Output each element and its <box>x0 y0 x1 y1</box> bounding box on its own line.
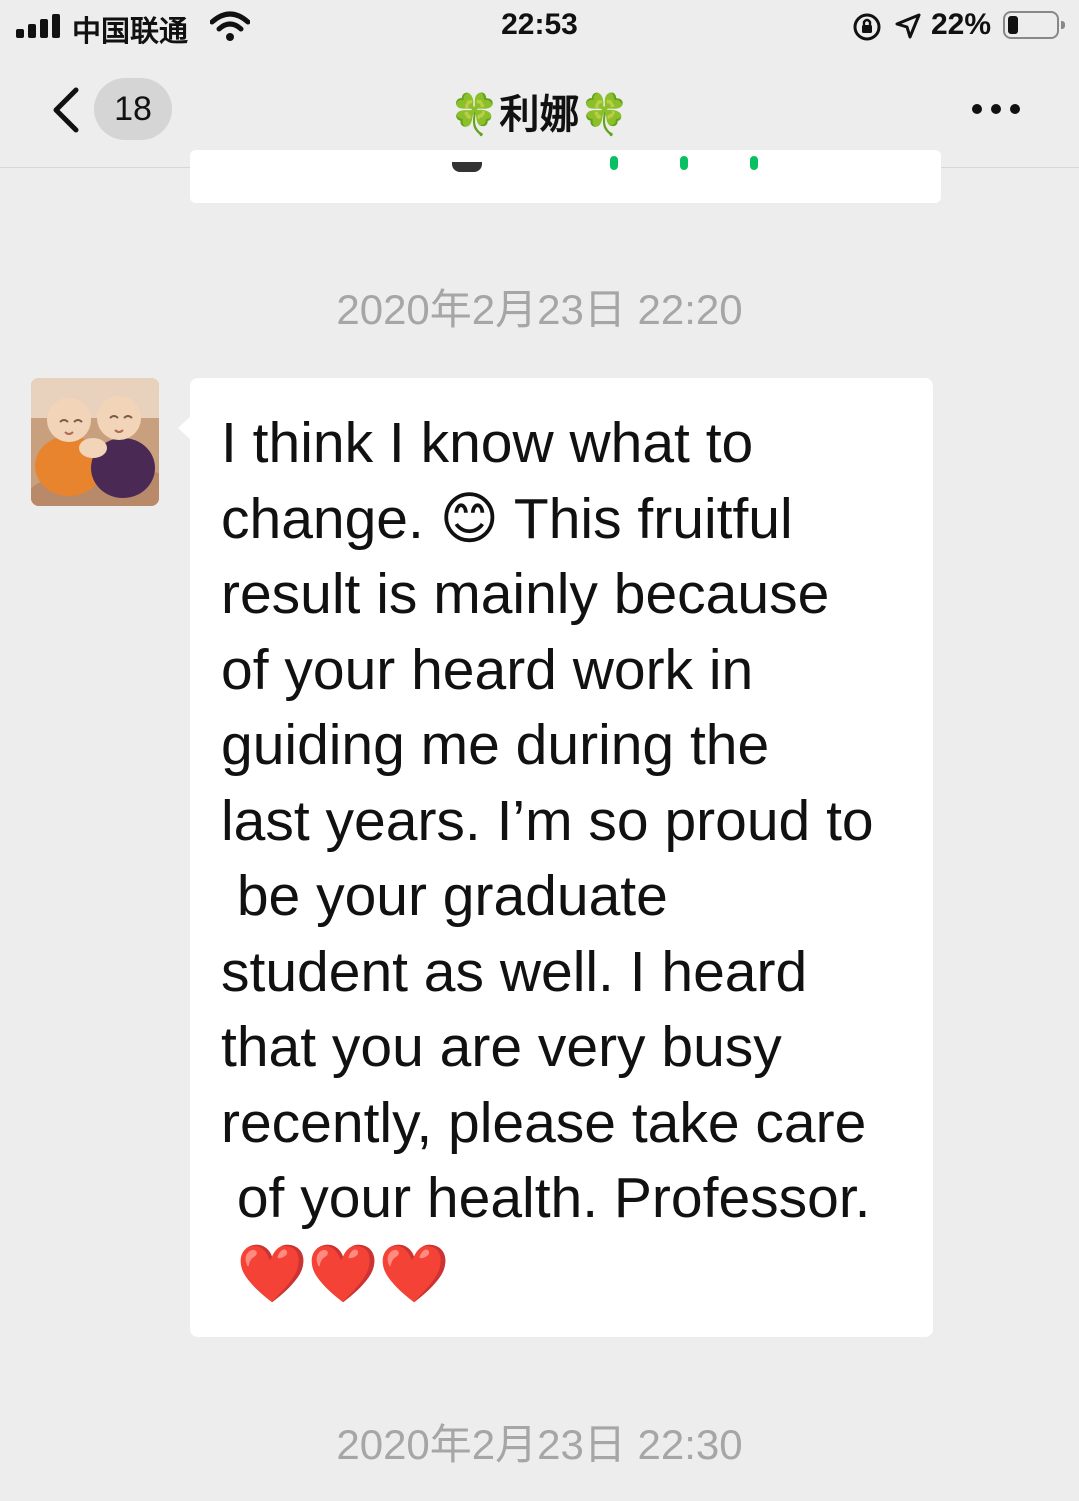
battery-percent: 22% <box>931 8 992 41</box>
bubble-tail <box>178 416 191 440</box>
avatar[interactable] <box>31 378 159 506</box>
message-text: I think I know what to change. 😊 This fr… <box>221 411 874 1306</box>
location-icon <box>895 13 921 39</box>
battery-icon <box>1003 11 1065 39</box>
more-icon[interactable] <box>970 102 1022 116</box>
avatar-image <box>31 378 159 506</box>
chat-title: 🍀利娜🍀 <box>0 82 1079 140</box>
message-timestamp: 2020年2月23日 22:30 <box>336 1421 743 1468</box>
clover-emoji-right: 🍀 <box>579 93 630 137</box>
message-timestamp: 2020年2月23日 22:20 <box>336 286 743 333</box>
orientation-lock-icon <box>853 13 881 41</box>
message-bubble[interactable]: I think I know what to change. 😊 This fr… <box>178 378 933 1337</box>
contact-name: 利娜 <box>499 93 580 137</box>
clover-emoji-left: 🍀 <box>449 93 500 137</box>
previous-message-bubble[interactable] <box>190 150 941 203</box>
status-bar: 中国联通 22:53 22% <box>0 0 1079 52</box>
